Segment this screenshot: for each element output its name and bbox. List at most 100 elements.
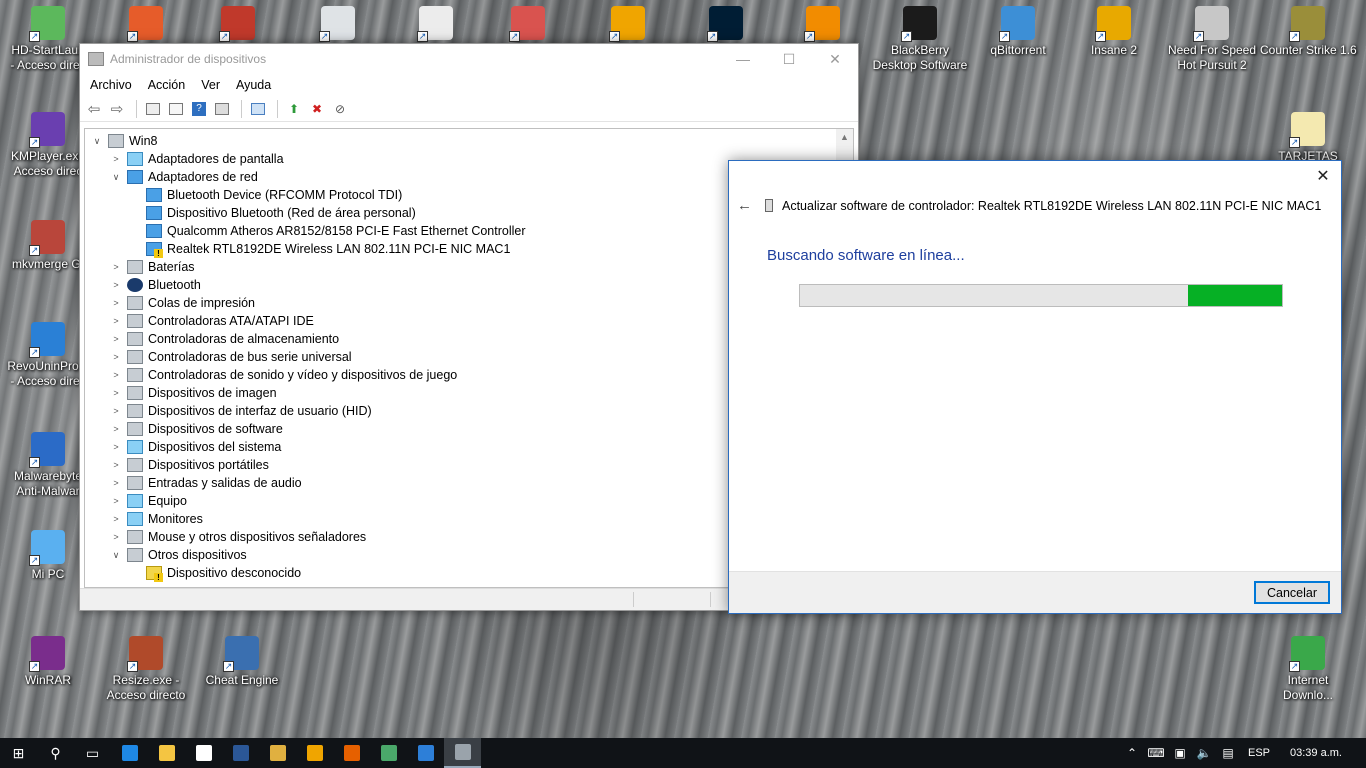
- back-arrow-icon[interactable]: ←: [737, 197, 752, 214]
- desktop-shortcut[interactable]: ↗ Counter Strike 1.6: [1260, 6, 1357, 58]
- expand-icon[interactable]: >: [110, 388, 122, 398]
- tree-item[interactable]: ∨ Otros dispositivos: [110, 546, 247, 564]
- tree-item[interactable]: > Adaptadores de pantalla: [110, 150, 284, 168]
- desktop-shortcut[interactable]: ↗ Cheat Engine: [194, 636, 290, 688]
- disable-device-icon[interactable]: ⊘: [330, 100, 350, 118]
- uninstall-icon[interactable]: ✖: [307, 100, 327, 118]
- expand-icon[interactable]: >: [110, 460, 122, 470]
- tree-item[interactable]: Realtek RTL8192DE Wireless LAN 802.11N P…: [129, 240, 510, 258]
- desktop-shortcut[interactable]: ↗: [98, 6, 194, 43]
- expand-icon[interactable]: >: [110, 496, 122, 506]
- collapse-icon[interactable]: ∨: [91, 136, 103, 147]
- keyboard-icon[interactable]: ⌨: [1144, 746, 1168, 760]
- tree-item[interactable]: > Colas de impresión: [110, 294, 255, 312]
- desktop-shortcut[interactable]: ↗ Insane 2: [1066, 6, 1162, 58]
- tree-item[interactable]: > Dispositivos de software: [110, 420, 283, 438]
- properties-view-icon[interactable]: [166, 100, 186, 118]
- show-hide-tree-icon[interactable]: [143, 100, 163, 118]
- menu-ayuda[interactable]: Ayuda: [228, 78, 279, 92]
- desktop-shortcut[interactable]: ↗: [388, 6, 484, 43]
- desktop-shortcut[interactable]: ↗: [775, 6, 871, 43]
- tree-item[interactable]: > Monitores: [110, 510, 203, 528]
- minimize-button[interactable]: —: [720, 44, 766, 74]
- desktop-shortcut[interactable]: ↗: [678, 6, 774, 43]
- expand-icon[interactable]: >: [110, 352, 122, 362]
- help-icon[interactable]: ?: [189, 100, 209, 118]
- tree-item[interactable]: > Controladoras de sonido y vídeo y dispo…: [110, 366, 457, 384]
- menu-accion[interactable]: Acción: [140, 78, 194, 92]
- word-icon[interactable]: [222, 738, 259, 768]
- tree-item[interactable]: > Mouse y otros dispositivos señaladores: [110, 528, 366, 546]
- aimp-icon[interactable]: [296, 738, 333, 768]
- cancel-button[interactable]: Cancelar: [1254, 581, 1330, 604]
- expand-icon[interactable]: >: [110, 370, 122, 380]
- settings-icon[interactable]: [407, 738, 444, 768]
- desktop-shortcut[interactable]: ↗: [290, 6, 386, 43]
- menu-archivo[interactable]: Archivo: [82, 78, 140, 92]
- tree-item[interactable]: > Controladoras de almacenamiento: [110, 330, 339, 348]
- device-manager-icon[interactable]: [444, 738, 481, 768]
- forward-icon[interactable]: ⇨: [107, 100, 127, 118]
- tree-item[interactable]: Bluetooth Device (RFCOMM Protocol TDI): [129, 186, 402, 204]
- desktop-shortcut[interactable]: ↗ BlackBerry Desktop Software: [872, 6, 968, 73]
- search-icon[interactable]: ⚲: [37, 738, 74, 768]
- tree-item[interactable]: > Entradas y salidas de audio: [110, 474, 302, 492]
- tree-item[interactable]: > Equipo: [110, 492, 187, 510]
- desktop-shortcut[interactable]: ↗ qBittorrent: [970, 6, 1066, 58]
- menu-ver[interactable]: Ver: [193, 78, 228, 92]
- expand-icon[interactable]: >: [110, 442, 122, 452]
- clock[interactable]: 03:39 a.m.: [1290, 747, 1342, 759]
- dialog-close-button[interactable]: ✕: [1313, 167, 1333, 187]
- chevron-up-icon[interactable]: ⌃: [1120, 746, 1144, 760]
- expand-icon[interactable]: >: [110, 298, 122, 308]
- tree-item[interactable]: Dispositivo Bluetooth (Red de área perso…: [129, 204, 416, 222]
- tree-item[interactable]: Dispositivo desconocido: [129, 564, 301, 582]
- volume-icon[interactable]: 🔈: [1192, 746, 1216, 760]
- tree-item[interactable]: Qualcomm Atheros AR8152/8158 PCI-E Fast …: [129, 222, 526, 240]
- desktop-shortcut[interactable]: ↗ Internet Downlo...: [1260, 636, 1356, 703]
- app-icon[interactable]: [370, 738, 407, 768]
- tree-item[interactable]: > Bluetooth: [110, 276, 201, 294]
- notifications-icon[interactable]: ▤: [1216, 746, 1240, 760]
- desktop-shortcut[interactable]: ↗: [480, 6, 576, 43]
- tree-item[interactable]: ∨ Win8: [91, 132, 157, 150]
- collapse-icon[interactable]: ∨: [110, 550, 122, 561]
- start-icon[interactable]: ⊞: [0, 738, 37, 768]
- language-indicator[interactable]: ESP: [1248, 747, 1270, 759]
- update-driver-icon[interactable]: ⬆: [284, 100, 304, 118]
- expand-icon[interactable]: >: [110, 154, 122, 164]
- collapse-icon[interactable]: ∨: [110, 172, 122, 183]
- expand-icon[interactable]: >: [110, 478, 122, 488]
- expand-icon[interactable]: >: [110, 532, 122, 542]
- title-bar[interactable]: Administrador de dispositivos — ☐ ✕: [80, 44, 858, 74]
- tree-item[interactable]: > Controladoras ATA/ATAPI IDE: [110, 312, 314, 330]
- tree-item[interactable]: > Dispositivos del sistema: [110, 438, 281, 456]
- properties-icon[interactable]: [212, 100, 232, 118]
- expand-icon[interactable]: >: [110, 406, 122, 416]
- edge-icon[interactable]: [111, 738, 148, 768]
- expand-icon[interactable]: >: [110, 424, 122, 434]
- desktop-shortcut[interactable]: ↗ TARJETAS: [1260, 112, 1356, 164]
- scan-hardware-icon[interactable]: [248, 100, 268, 118]
- desktop-shortcut[interactable]: ↗: [580, 6, 676, 43]
- firefox-icon[interactable]: [333, 738, 370, 768]
- scroll-up-icon[interactable]: ▲: [836, 129, 853, 146]
- desktop-shortcut[interactable]: ↗ Need For Speed Hot Pursuit 2: [1164, 6, 1260, 73]
- back-icon[interactable]: ⇦: [84, 100, 104, 118]
- tree-item[interactable]: ∨ Adaptadores de red: [110, 168, 258, 186]
- tree-item[interactable]: > Controladoras de bus serie universal: [110, 348, 352, 366]
- close-button[interactable]: ✕: [812, 44, 858, 74]
- task-view-icon[interactable]: ▭: [74, 738, 111, 768]
- desktop-shortcut[interactable]: ↗ WinRAR: [0, 636, 96, 688]
- expand-icon[interactable]: >: [110, 280, 122, 290]
- file-explorer-icon[interactable]: [148, 738, 185, 768]
- desktop-shortcut[interactable]: ↗: [190, 6, 286, 43]
- expand-icon[interactable]: >: [110, 334, 122, 344]
- tree-item[interactable]: > Dispositivos portátiles: [110, 456, 269, 474]
- store-icon[interactable]: [185, 738, 222, 768]
- chrome-icon[interactable]: [259, 738, 296, 768]
- tree-item[interactable]: > Baterías: [110, 258, 195, 276]
- expand-icon[interactable]: >: [110, 316, 122, 326]
- maximize-button[interactable]: ☐: [766, 44, 812, 74]
- expand-icon[interactable]: >: [110, 262, 122, 272]
